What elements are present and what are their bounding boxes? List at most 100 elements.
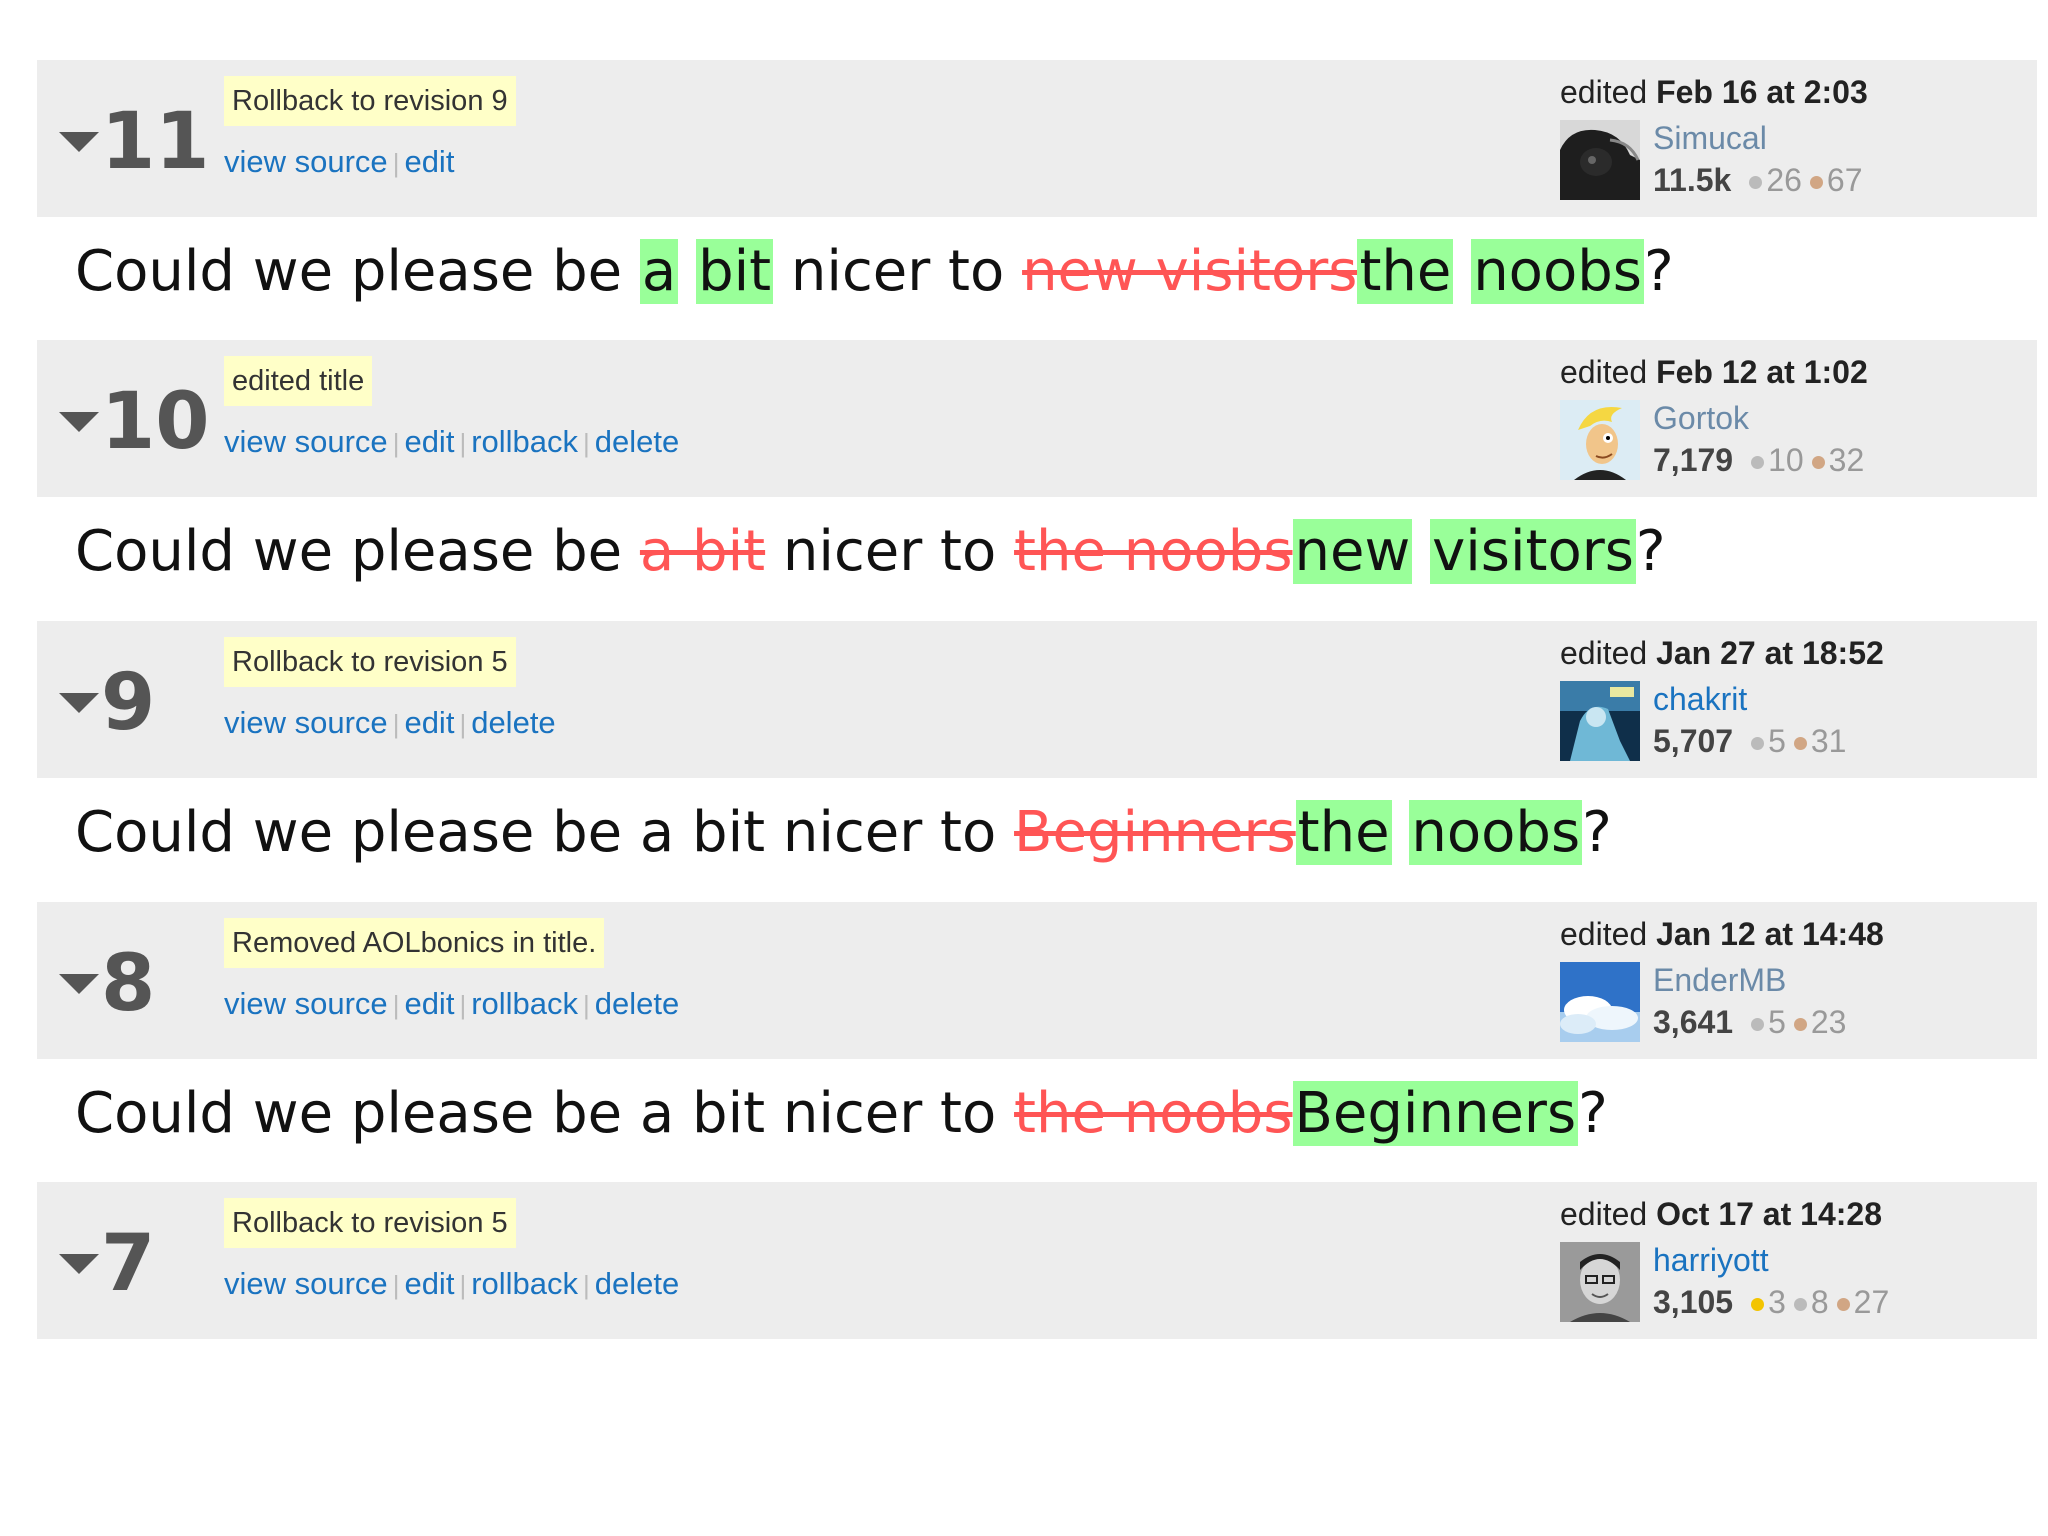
inserted-text: a	[639, 239, 679, 304]
edited-info: edited Jan 12 at 14:48	[1560, 914, 1884, 954]
bronze-badge-icon	[1811, 456, 1825, 470]
edit-comment: Removed AOLbonics in title.	[224, 918, 605, 968]
edit-link[interactable]: edit	[404, 144, 454, 179]
edited-info: edited Feb 12 at 1:02	[1560, 352, 1868, 392]
revision-number: 8	[101, 939, 156, 1029]
title-text: ?	[1578, 1081, 1608, 1146]
reputation-score: 5,707	[1653, 723, 1734, 759]
edit-comment: edited title	[224, 356, 373, 406]
bronze-badge-icon	[1809, 176, 1823, 190]
deleted-text: Beginners	[1014, 800, 1296, 865]
avatar[interactable]	[1560, 1242, 1640, 1322]
edited-time: Feb 16 at 2:03	[1656, 74, 1868, 110]
title-text: Could we please be a bit nicer to	[75, 800, 1015, 865]
delete-link[interactable]: delete	[595, 986, 679, 1021]
edited-info: edited Feb 16 at 2:03	[1560, 72, 1868, 112]
bronze-badge-icon	[1793, 737, 1807, 751]
avatar[interactable]	[1560, 962, 1640, 1042]
deleted-text: new visitors	[1022, 239, 1358, 304]
rollback-link[interactable]: rollback	[471, 424, 578, 459]
silver-badge-count: 5	[1768, 723, 1786, 759]
revision-title-diff: Could we please be a bit nicer to new vi…	[75, 236, 1674, 308]
edited-prefix: edited	[1560, 354, 1648, 390]
title-text	[1392, 800, 1410, 865]
revision-toggle[interactable]: 10	[55, 382, 210, 462]
separator: |	[459, 1270, 467, 1300]
user-reputation: 7,179 10 32	[1653, 440, 1864, 480]
revision-toggle[interactable]: 11	[55, 102, 210, 182]
inserted-text: noobs	[1471, 239, 1644, 304]
edit-link[interactable]: edit	[404, 424, 454, 459]
revision-toggle[interactable]: 9	[55, 663, 175, 743]
separator: |	[583, 428, 590, 458]
separator: |	[392, 990, 400, 1020]
edit-comment: Rollback to revision 5	[224, 637, 516, 687]
rollback-link[interactable]: rollback	[471, 1266, 578, 1301]
title-text: nicer to	[765, 519, 1015, 584]
view-source-link[interactable]: view source	[224, 1266, 388, 1301]
gold-badge-icon	[1751, 1298, 1765, 1312]
view-source-link[interactable]: view source	[224, 705, 388, 740]
revision-toggle[interactable]: 7	[55, 1224, 175, 1304]
delete-link[interactable]: delete	[471, 705, 555, 740]
collapse-arrow-icon[interactable]	[59, 132, 99, 152]
reputation-score: 3,641	[1653, 1004, 1734, 1040]
collapse-arrow-icon[interactable]	[59, 1254, 99, 1274]
user-name[interactable]: EnderMB	[1653, 960, 1786, 1000]
revision-toggle[interactable]: 8	[55, 944, 175, 1024]
avatar[interactable]	[1560, 400, 1640, 480]
silver-badge-icon	[1749, 176, 1763, 190]
edit-link[interactable]: edit	[404, 1266, 454, 1301]
separator: |	[583, 1270, 590, 1300]
user-name[interactable]: chakrit	[1653, 679, 1747, 719]
deleted-text: a bit	[639, 519, 766, 584]
view-source-link[interactable]: view source	[224, 424, 388, 459]
separator: |	[459, 990, 467, 1020]
view-source-link[interactable]: view source	[224, 986, 388, 1021]
title-text	[1453, 239, 1471, 304]
gold-badge-count: 3	[1768, 1284, 1786, 1320]
inserted-text: noobs	[1409, 800, 1583, 865]
title-text: nicer to	[773, 239, 1023, 304]
revision-links: view source | edit | rollback | delete	[224, 1264, 679, 1305]
inserted-text: new	[1292, 519, 1413, 584]
edit-link[interactable]: edit	[404, 705, 454, 740]
user-name[interactable]: Gortok	[1653, 398, 1749, 438]
user-name[interactable]: harriyott	[1653, 1240, 1769, 1280]
delete-link[interactable]: delete	[595, 424, 679, 459]
view-source-link[interactable]: view source	[224, 144, 388, 179]
collapse-arrow-icon[interactable]	[59, 412, 99, 432]
deleted-text: the noobs	[1014, 519, 1293, 584]
rollback-link[interactable]: rollback	[471, 986, 578, 1021]
title-text: ?	[1635, 519, 1666, 584]
revision-links: view source | edit | delete	[224, 703, 556, 744]
reputation-score: 3,105	[1653, 1284, 1734, 1320]
revision-number: 11	[101, 97, 210, 187]
reputation-score: 7,179	[1653, 442, 1734, 478]
silver-badge-count: 5	[1768, 1004, 1786, 1040]
title-text: Could we please be a bit nicer to	[75, 1081, 1015, 1146]
reputation-score: 11.5k	[1653, 162, 1732, 198]
bronze-badge-count: 31	[1810, 723, 1847, 759]
edit-link[interactable]: edit	[404, 986, 454, 1021]
edit-comment: Rollback to revision 9	[224, 76, 516, 126]
user-reputation: 3,641 5 23	[1653, 1002, 1846, 1042]
edited-prefix: edited	[1560, 916, 1648, 952]
revision-header: 11 Rollback to revision 9 view source | ed…	[37, 60, 2037, 217]
title-text	[1412, 519, 1430, 584]
revision-header: 10 edited title view source | edit | rollbac…	[37, 340, 2037, 497]
revision-number: 10	[101, 377, 210, 467]
collapse-arrow-icon[interactable]	[59, 693, 99, 713]
collapse-arrow-icon[interactable]	[59, 974, 99, 994]
avatar[interactable]	[1560, 681, 1640, 761]
bronze-badge-icon	[1836, 1298, 1850, 1312]
edited-time: Jan 12 at 14:48	[1656, 916, 1884, 952]
revision-title-diff: Could we please be a bit nicer to the no…	[75, 516, 1666, 588]
edited-info: edited Oct 17 at 14:28	[1560, 1194, 1882, 1234]
avatar[interactable]	[1560, 120, 1640, 200]
user-name[interactable]: Simucal	[1653, 118, 1767, 158]
title-text: ?	[1582, 800, 1612, 865]
delete-link[interactable]: delete	[595, 1266, 679, 1301]
edited-prefix: edited	[1560, 1196, 1648, 1232]
revision-header: 8 Removed AOLbonics in title. view sourc…	[37, 902, 2037, 1059]
